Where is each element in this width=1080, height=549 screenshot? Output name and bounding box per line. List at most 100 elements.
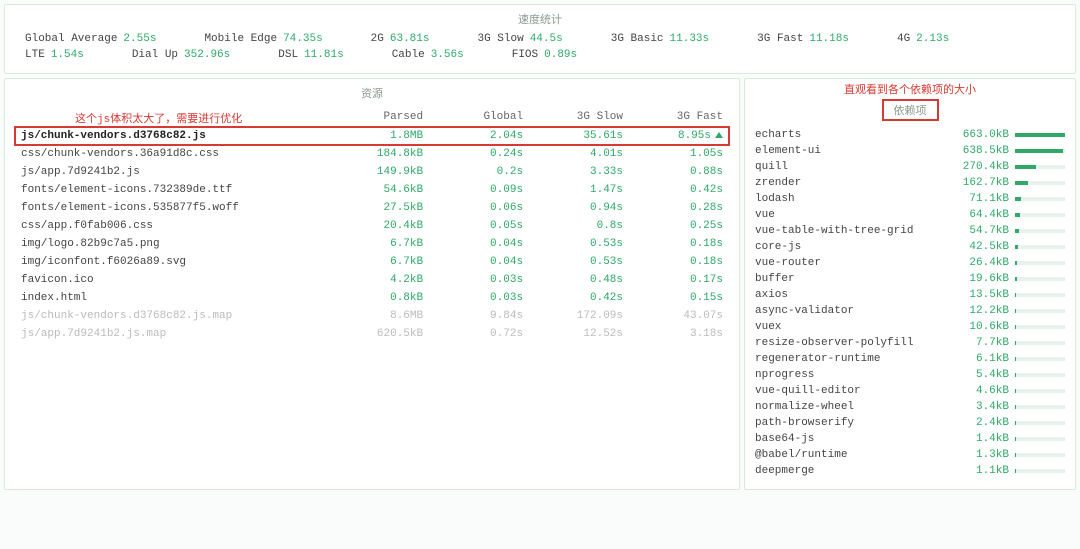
dependency-bar	[1015, 341, 1065, 345]
table-row[interactable]: css/chunk-vendors.36a91d8c.css184.8kB0.2…	[15, 145, 729, 163]
dependency-bar-fill	[1015, 133, 1065, 137]
table-row[interactable]: index.html0.8kB0.03s0.42s0.15s	[15, 289, 729, 307]
dependency-size: 1.4kB	[953, 433, 1009, 445]
dependency-bar-fill	[1015, 261, 1017, 265]
dependency-bar-fill	[1015, 389, 1016, 393]
resources-table: ParsedGlobal3G Slow3G Fast js/chunk-vend…	[15, 107, 729, 343]
dependency-bar	[1015, 453, 1065, 457]
table-row[interactable]: css/app.f0fab006.css20.4kB0.05s0.8s0.25s	[15, 217, 729, 235]
resource-cell: 1.8MB	[329, 127, 429, 145]
dependency-size: 26.4kB	[953, 257, 1009, 269]
resource-file-name: fonts/element-icons.535877f5.woff	[15, 199, 329, 217]
dependency-size: 54.7kB	[953, 225, 1009, 237]
dependency-size: 4.6kB	[953, 385, 1009, 397]
dependency-size: 42.5kB	[953, 241, 1009, 253]
table-row[interactable]: js/chunk-vendors.d3768c82.js.map8.6MB9.8…	[15, 307, 729, 325]
speed-item-value: 11.81s	[304, 49, 344, 61]
speed-item: Cable3.56s	[392, 49, 464, 61]
table-row[interactable]: img/logo.82b9c7a5.png6.7kB0.04s0.53s0.18…	[15, 235, 729, 253]
dependency-row[interactable]: element-ui638.5kB	[755, 143, 1065, 159]
dependency-row[interactable]: lodash71.1kB	[755, 191, 1065, 207]
speed-item-value: 74.35s	[283, 33, 323, 45]
resource-file-name: css/app.f0fab006.css	[15, 217, 329, 235]
dependency-row[interactable]: base64-js1.4kB	[755, 431, 1065, 447]
dependency-bar	[1015, 213, 1065, 217]
dependency-row[interactable]: echarts663.0kB	[755, 127, 1065, 143]
dependency-row[interactable]: deepmerge1.1kB	[755, 463, 1065, 479]
resource-cell: 1.05s	[629, 145, 729, 163]
dependency-row[interactable]: regenerator-runtime6.1kB	[755, 351, 1065, 367]
dependency-size: 12.2kB	[953, 305, 1009, 317]
dependency-bar	[1015, 149, 1065, 153]
resource-cell: 0.53s	[529, 235, 629, 253]
table-row[interactable]: js/app.7d9241b2.js.map620.5kB0.72s12.52s…	[15, 325, 729, 343]
dependency-row[interactable]: core-js42.5kB	[755, 239, 1065, 255]
resource-cell: 149.9kB	[329, 163, 429, 181]
dependency-row[interactable]: resize-observer-polyfill7.7kB	[755, 335, 1065, 351]
dependency-bar	[1015, 309, 1065, 313]
speed-item: 3G Fast11.18s	[757, 33, 849, 45]
table-row[interactable]: favicon.ico4.2kB0.03s0.48s0.17s	[15, 271, 729, 289]
table-row[interactable]: fonts/element-icons.732389de.ttf54.6kB0.…	[15, 181, 729, 199]
dependency-name: vue-quill-editor	[755, 385, 947, 397]
dependency-size: 13.5kB	[953, 289, 1009, 301]
resources-column-header[interactable]: 3G Slow	[529, 107, 629, 127]
resource-cell: 0.03s	[429, 271, 529, 289]
table-row[interactable]: js/app.7d9241b2.js149.9kB0.2s3.33s0.88s	[15, 163, 729, 181]
resource-cell: 8.6MB	[329, 307, 429, 325]
speed-item-label: 3G Fast	[757, 33, 803, 45]
dependency-row[interactable]: vue-router 26.4kB	[755, 255, 1065, 271]
speed-item: 3G Basic11.33s	[611, 33, 709, 45]
dependency-name: quill	[755, 161, 947, 173]
table-row[interactable]: js/chunk-vendors.d3768c82.js1.8MB2.04s35…	[15, 127, 729, 145]
resources-column-header[interactable]: Parsed	[329, 107, 429, 127]
dependency-name: deepmerge	[755, 465, 947, 477]
resources-panel: 资源 这个js体积太大了，需要进行优化 ParsedGlobal3G Slow3…	[4, 78, 740, 490]
dependency-bar-fill	[1015, 181, 1028, 185]
dependency-row[interactable]: normalize-wheel3.4kB	[755, 399, 1065, 415]
resource-cell: 0.24s	[429, 145, 529, 163]
speed-item-value: 2.13s	[916, 33, 949, 45]
dependency-row[interactable]: vue-quill-editor 4.6kB	[755, 383, 1065, 399]
dependency-bar	[1015, 293, 1065, 297]
dependency-bar	[1015, 197, 1065, 201]
dependency-bar	[1015, 373, 1065, 377]
resource-cell: 1.47s	[529, 181, 629, 199]
dependency-name: path-browserify	[755, 417, 947, 429]
resource-cell: 172.09s	[529, 307, 629, 325]
dependency-row[interactable]: path-browserify 2.4kB	[755, 415, 1065, 431]
speed-item-label: LTE	[25, 49, 45, 61]
dependency-row[interactable]: vuex10.6kB	[755, 319, 1065, 335]
speed-item: FIOS0.89s	[512, 49, 577, 61]
speed-item: DSL 11.81s	[278, 49, 343, 61]
resource-cell: 54.6kB	[329, 181, 429, 199]
resource-cell: 0.8s	[529, 217, 629, 235]
dependency-row[interactable]: @babel/runtime1.3kB	[755, 447, 1065, 463]
dependency-row[interactable]: vue64.4kB	[755, 207, 1065, 223]
resource-cell: 0.17s	[629, 271, 729, 289]
dependency-row[interactable]: quill270.4kB	[755, 159, 1065, 175]
table-row[interactable]: img/iconfont.f6026a89.svg6.7kB0.04s0.53s…	[15, 253, 729, 271]
dependency-row[interactable]: nprogress5.4kB	[755, 367, 1065, 383]
dependency-row[interactable]: async-validator12.2kB	[755, 303, 1065, 319]
dependency-name: vue-router	[755, 257, 947, 269]
dependency-bar-fill	[1015, 469, 1016, 473]
dependency-row[interactable]: buffer19.6kB	[755, 271, 1065, 287]
speed-item-value: 2.55s	[123, 33, 156, 45]
dependency-name: vuex	[755, 321, 947, 333]
resource-file-name: js/chunk-vendors.d3768c82.js.map	[15, 307, 329, 325]
table-row[interactable]: fonts/element-icons.535877f5.woff27.5kB0…	[15, 199, 729, 217]
resource-cell: 43.07s	[629, 307, 729, 325]
resources-column-header[interactable]: Global	[429, 107, 529, 127]
dependency-bar-fill	[1015, 213, 1020, 217]
speed-item-label: DSL	[278, 49, 298, 61]
dependency-row[interactable]: vue-table-with-tree-grid54.7kB	[755, 223, 1065, 239]
speed-item-label: Global Average	[25, 33, 117, 45]
resource-cell: 35.61s	[529, 127, 629, 145]
dependency-row[interactable]: axios13.5kB	[755, 287, 1065, 303]
dependency-bar-fill	[1015, 293, 1016, 297]
speed-stats-title: 速度统计	[5, 5, 1075, 33]
dependency-size: 2.4kB	[953, 417, 1009, 429]
dependency-row[interactable]: zrender162.7kB	[755, 175, 1065, 191]
resources-column-header[interactable]: 3G Fast	[629, 107, 729, 127]
